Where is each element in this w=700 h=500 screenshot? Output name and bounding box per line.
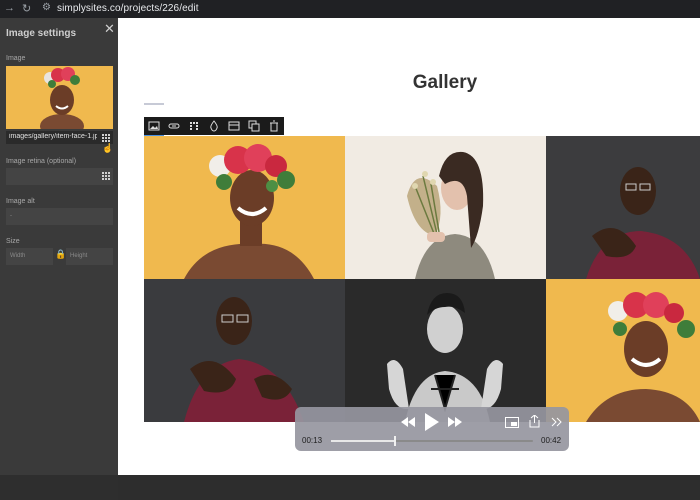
page-title[interactable]: Gallery	[118, 72, 700, 94]
close-icon[interactable]: ✕	[104, 21, 115, 37]
columns-icon[interactable]	[188, 120, 200, 132]
duration-time: 00:42	[541, 436, 562, 445]
browse-grid-icon[interactable]	[102, 134, 110, 142]
width-placeholder: Width	[10, 253, 26, 259]
image-icon[interactable]	[148, 120, 160, 132]
image-settings-panel: Image settings ✕ Image images/gallery/it…	[0, 18, 118, 500]
seek-bar[interactable]	[331, 436, 533, 446]
image-label: Image	[6, 55, 26, 62]
more-chevrons-icon[interactable]	[551, 417, 563, 427]
gallery-tile[interactable]	[144, 136, 345, 279]
title-divider	[144, 103, 164, 105]
size-label: Size	[6, 238, 20, 245]
seek-progress	[331, 440, 394, 442]
image-thumbnail[interactable]	[6, 66, 113, 129]
gallery-tile[interactable]	[546, 136, 700, 279]
image-path-field[interactable]: images/gallery/item-face-1.jpg	[6, 131, 113, 144]
trash-icon[interactable]	[268, 120, 280, 132]
page-footer	[118, 475, 700, 500]
retina-label: Image retina (optional)	[6, 158, 77, 165]
copy-icon[interactable]	[248, 120, 260, 132]
panel-footer	[0, 475, 118, 500]
width-field[interactable]: Width	[6, 248, 53, 265]
link-icon[interactable]	[168, 120, 180, 132]
panel-title: Image settings	[6, 28, 77, 39]
alt-label: Image alt	[6, 198, 35, 205]
current-time: 00:13	[302, 436, 323, 445]
cursor-hand-icon: ☝	[102, 143, 114, 153]
retina-field[interactable]	[6, 168, 113, 185]
image-path-text: images/gallery/item-face-1.jpg	[9, 133, 97, 140]
browser-url-bar: → ↻ ⚙ simplysites.co/projects/226/edit	[0, 0, 700, 18]
height-field[interactable]: Height	[66, 248, 113, 265]
play-icon[interactable]	[425, 413, 439, 431]
image-toolbar	[144, 117, 284, 135]
alt-field[interactable]: -	[6, 208, 113, 225]
share-icon[interactable]	[529, 415, 540, 428]
lock-icon[interactable]: 🔒	[55, 249, 66, 260]
rewind-icon[interactable]	[401, 417, 415, 427]
site-settings-icon[interactable]: ⚙	[42, 2, 51, 13]
height-placeholder: Height	[70, 253, 88, 259]
forward-icon[interactable]: →	[4, 2, 15, 14]
gallery-tile[interactable]	[345, 279, 546, 422]
gallery-tile[interactable]	[144, 279, 345, 422]
url-text[interactable]: simplysites.co/projects/226/edit	[57, 3, 199, 14]
fast-forward-icon[interactable]	[448, 417, 462, 427]
drop-icon[interactable]	[208, 120, 220, 132]
gallery-tile[interactable]	[345, 136, 546, 279]
seek-handle[interactable]	[393, 436, 396, 446]
video-player-bar: 00:13 00:42	[295, 407, 569, 451]
alt-placeholder: -	[10, 213, 12, 219]
reload-icon[interactable]: ↻	[22, 2, 31, 15]
layout-icon[interactable]	[228, 120, 240, 132]
picture-in-picture-icon[interactable]	[505, 417, 519, 428]
gallery-tile[interactable]	[546, 279, 700, 422]
browse-grid-icon[interactable]	[102, 172, 110, 180]
